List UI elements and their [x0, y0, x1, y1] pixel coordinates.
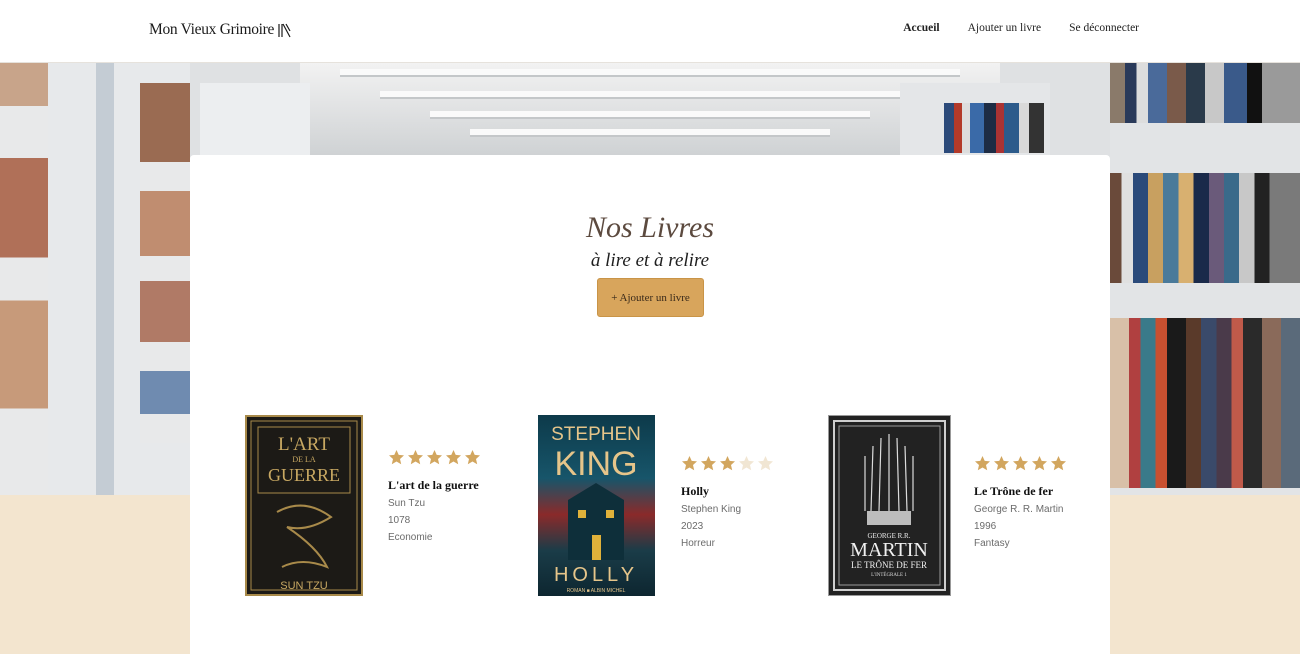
nav-accueil[interactable]: Accueil [903, 22, 939, 34]
rating-stars [388, 449, 484, 467]
nav-deconnecter[interactable]: Se déconnecter [1069, 22, 1139, 34]
book-year: 2023 [681, 520, 704, 532]
book-cover-art: L'ART DE LA GUERRE SUN TZU [250, 420, 358, 592]
book-year: 1996 [974, 520, 997, 532]
book-cover[interactable]: STEPHEN KING HOLLY ROMAN ■ ALBIN MICHEL [538, 415, 655, 596]
star-filled-icon [465, 450, 480, 465]
cover-line4: L'INTÉGRALE 1 [871, 572, 907, 578]
book-logo-icon [278, 23, 291, 37]
cover-author: SUN TZU [280, 580, 328, 592]
book-cover-art: STEPHEN KING HOLLY ROMAN ■ ALBIN MICHEL [551, 424, 641, 594]
cover-line3: HOLLY [554, 564, 638, 586]
book-genre: Horreur [681, 537, 715, 549]
logo-text: Mon Vieux Grimoire [149, 21, 275, 38]
book-cover[interactable]: GEORGE R.R. MARTIN LE TRÔNE DE FER L'INT… [828, 415, 951, 596]
cover-line1: L'ART [278, 434, 330, 455]
star-filled-icon [408, 450, 423, 465]
main-nav: Accueil Ajouter un livre Se déconnecter [903, 22, 1139, 34]
book-author: Stephen King [681, 503, 742, 515]
book-cover[interactable]: L'ART DE LA GUERRE SUN TZU [245, 415, 363, 596]
star-filled-icon [682, 456, 697, 471]
book-genre: Fantasy [974, 537, 1010, 549]
book-year: 1078 [388, 514, 411, 526]
book-genre: Economie [388, 531, 433, 543]
star-filled-icon [389, 450, 404, 465]
book-card[interactable]: L'ART DE LA GUERRE SUN TZU L'art de la g… [245, 415, 495, 596]
cover-line3: LE TRÔNE DE FER [851, 560, 927, 570]
book-cover-art: GEORGE R.R. MARTIN LE TRÔNE DE FER L'INT… [833, 420, 946, 591]
site-logo[interactable]: Mon Vieux Grimoire [149, 21, 291, 39]
banner-shelf [900, 83, 1050, 155]
star-filled-icon [701, 456, 716, 471]
nav-ajouter-livre[interactable]: Ajouter un livre [968, 22, 1041, 34]
banner-ceiling [300, 63, 1000, 155]
book-title: L'art de la guerre [388, 478, 479, 492]
page-title: Nos Livres [585, 211, 715, 244]
book-card[interactable]: STEPHEN KING HOLLY ROMAN ■ ALBIN MICHEL … [538, 415, 788, 596]
star-filled-icon [720, 456, 735, 471]
star-filled-icon [446, 450, 461, 465]
banner-shelf-left [0, 63, 190, 495]
star-filled-icon [1013, 456, 1028, 471]
cover-line1: STEPHEN [551, 424, 641, 445]
star-empty-icon [739, 456, 754, 471]
book-author: George R. R. Martin [974, 503, 1064, 515]
star-filled-icon [975, 456, 990, 471]
rating-stars [974, 455, 1070, 473]
book-card[interactable]: GEORGE R.R. MARTIN LE TRÔNE DE FER L'INT… [828, 415, 1078, 596]
star-filled-icon [1032, 456, 1047, 471]
cover-line2: MARTIN [850, 539, 928, 561]
banner-shelf [200, 83, 310, 155]
book-title: Le Trône de fer [974, 484, 1054, 498]
rating-stars [681, 455, 777, 473]
add-book-button[interactable]: + Ajouter un livre [597, 278, 704, 317]
book-title: Holly [681, 484, 710, 498]
book-info: L'art de la guerre Sun Tzu 1078 Economie [388, 449, 484, 543]
star-filled-icon [1051, 456, 1066, 471]
star-filled-icon [994, 456, 1009, 471]
cover-line2: DE LA [292, 455, 316, 464]
page-subtitle: à lire et à relire [590, 250, 710, 271]
book-info: Le Trône de fer George R. R. Martin 1996… [974, 455, 1070, 549]
site-header: Mon Vieux Grimoire Accueil Ajouter un li… [0, 0, 1300, 63]
star-filled-icon [427, 450, 442, 465]
books-card: Nos Livres à lire et à relire + Ajouter … [190, 155, 1110, 654]
star-empty-icon [758, 456, 773, 471]
book-info: Holly Stephen King 2023 Horreur [681, 455, 777, 549]
cover-line2: KING [554, 445, 637, 483]
book-author: Sun Tzu [388, 497, 426, 509]
cover-line3: GUERRE [268, 465, 340, 485]
cover-footer: ROMAN ■ ALBIN MICHEL [567, 588, 626, 594]
banner-shelf-right [1110, 63, 1300, 495]
